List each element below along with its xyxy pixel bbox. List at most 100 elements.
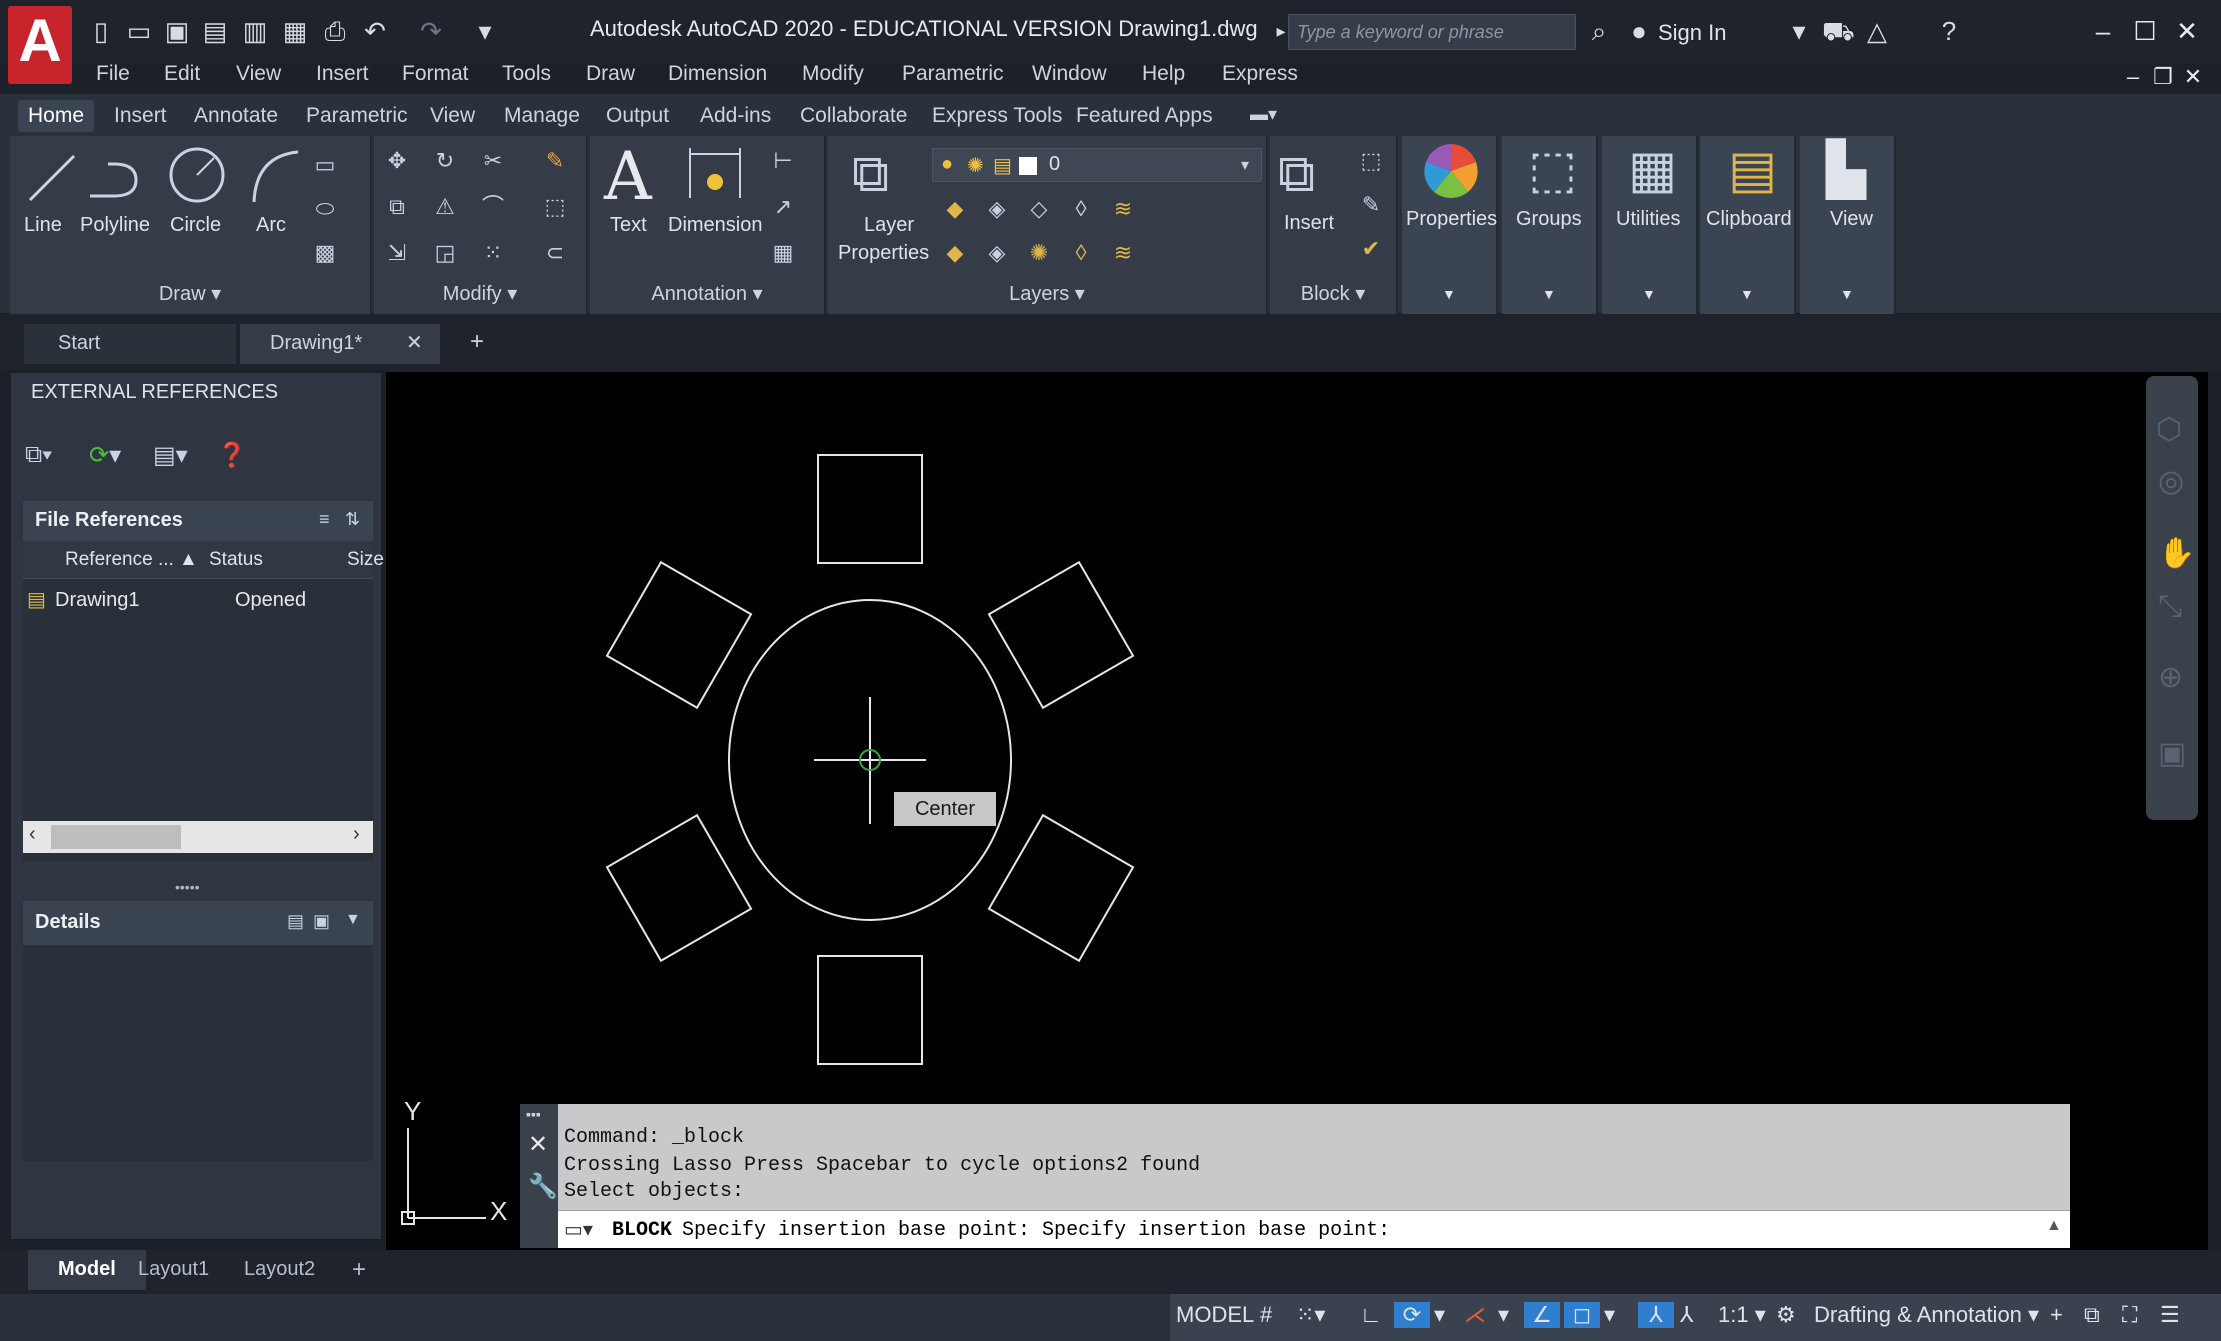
rectangle-icon[interactable]: ▭ xyxy=(310,150,340,180)
units-icon[interactable]: ⧉ xyxy=(2084,1302,2100,1328)
layer-properties-label-1[interactable]: Layer xyxy=(864,214,914,237)
view-dropdown-icon[interactable]: ▼ xyxy=(1840,286,1854,302)
layer-thaw-icon[interactable]: ✺ xyxy=(967,153,984,178)
annotation-visibility-icon[interactable]: ⅄ xyxy=(1638,1302,1674,1328)
autodesk-app-icon[interactable]: △ xyxy=(1862,16,1892,46)
modify-panel-title[interactable]: Modify ▾ xyxy=(374,281,586,306)
column-status[interactable]: Status xyxy=(209,549,263,571)
doc-minimize-icon[interactable]: – xyxy=(2116,60,2150,94)
new-tab-icon[interactable]: + xyxy=(456,320,498,360)
file-tab-start[interactable]: Start xyxy=(24,324,236,364)
tab-layout1[interactable]: Layout1 xyxy=(124,1250,223,1290)
close-icon[interactable]: ✕ xyxy=(2170,14,2204,48)
command-input[interactable]: ▭▾ BLOCK Specify insertion base point: S… xyxy=(558,1210,2070,1248)
layer-unisolate-icon[interactable]: ◈ xyxy=(982,238,1012,268)
array-icon[interactable]: ⁙ xyxy=(478,238,508,268)
layer-walk-icon[interactable]: ≋ xyxy=(1108,238,1138,268)
offset-icon[interactable]: ⊂ xyxy=(540,238,570,268)
annotation-panel-title[interactable]: Annotation ▾ xyxy=(590,281,824,306)
sign-in-link[interactable]: Sign In xyxy=(1658,20,1727,46)
close-command-line-icon[interactable]: ✕ xyxy=(528,1130,548,1159)
details-header[interactable]: Details ▤ ▣ ▼ xyxy=(23,901,373,945)
scroll-right-icon[interactable]: › xyxy=(353,823,360,846)
line-label[interactable]: Line xyxy=(24,214,62,237)
customization-menu-icon[interactable]: ☰ xyxy=(2160,1302,2180,1328)
command-recent-icon[interactable]: ▭▾ xyxy=(564,1217,593,1242)
chair-upper-left[interactable] xyxy=(605,560,753,710)
command-line-grip[interactable]: ▪▪▪ ✕ 🔧 xyxy=(520,1104,558,1248)
layer-make-current-icon[interactable]: ◆ xyxy=(940,238,970,268)
move-icon[interactable]: ✥ xyxy=(382,146,412,176)
undo-icon[interactable]: ↶ xyxy=(360,16,390,46)
chair-lower-left[interactable] xyxy=(605,813,753,963)
tab-layout2[interactable]: Layout2 xyxy=(230,1250,329,1290)
groups-button[interactable]: ⬚ Groups ▼ xyxy=(1502,136,1598,314)
tab-annotate[interactable]: Annotate xyxy=(184,100,288,132)
snap-mode-icon[interactable]: ⁙▾ xyxy=(1296,1302,1325,1328)
arc-label[interactable]: Arc xyxy=(256,214,286,237)
publish-icon[interactable]: ▥ xyxy=(240,16,270,46)
layer-dropdown[interactable]: ● ✺ ▤ 0 ▾ xyxy=(932,148,1262,182)
showmotion-icon[interactable]: ▣ xyxy=(2158,736,2186,771)
layer-thaw-all-icon[interactable]: ✺ xyxy=(1024,238,1054,268)
refresh-icon[interactable]: ⟳▾ xyxy=(89,441,121,470)
circle-icon[interactable] xyxy=(166,144,228,206)
menu-help[interactable]: Help xyxy=(1142,62,1185,86)
polar-tracking-icon[interactable]: ⟳ xyxy=(1394,1302,1430,1328)
groups-dropdown-icon[interactable]: ▼ xyxy=(1542,286,1556,302)
command-history-toggle-icon[interactable]: ▲ xyxy=(2046,1217,2062,1235)
isodraft-dropdown-icon[interactable]: ▾ xyxy=(1498,1302,1509,1328)
layer-properties-icon[interactable]: ⧉ xyxy=(852,144,889,205)
text-icon[interactable]: A xyxy=(604,138,652,215)
close-tab-icon[interactable]: ✕ xyxy=(406,330,423,355)
create-block-icon[interactable]: ⬚ xyxy=(1356,146,1386,176)
save-icon[interactable]: ▣ xyxy=(162,16,192,46)
tab-parametric[interactable]: Parametric xyxy=(296,100,418,132)
menu-view[interactable]: View xyxy=(236,62,281,86)
linear-dim-icon[interactable]: ⊢ xyxy=(768,146,798,176)
object-snap-tracking-icon[interactable]: ∠ xyxy=(1524,1302,1560,1328)
layers-panel-title[interactable]: Layers ▾ xyxy=(828,281,1266,306)
doc-restore-icon[interactable]: ❐ xyxy=(2146,60,2180,94)
menu-format[interactable]: Format xyxy=(402,62,469,86)
polyline-icon[interactable] xyxy=(84,150,144,206)
help-search-box[interactable] xyxy=(1288,14,1576,50)
splitter-handle[interactable]: ••••• xyxy=(175,879,200,895)
insert-block-icon[interactable]: ⧉ xyxy=(1278,144,1315,205)
menu-parametric[interactable]: Parametric xyxy=(902,62,1004,86)
grid-icon[interactable]: # xyxy=(1260,1302,1272,1328)
insert-label[interactable]: Insert xyxy=(1284,212,1334,235)
leader-icon[interactable]: ↗ xyxy=(768,192,798,222)
block-panel-title[interactable]: Block ▾ xyxy=(1270,281,1396,306)
print-icon[interactable]: ⎙ xyxy=(320,16,350,46)
dimension-icon[interactable] xyxy=(684,148,746,204)
layer-dropdown-arrow-icon[interactable]: ▾ xyxy=(1241,155,1249,175)
edit-attributes-icon[interactable]: ✔ xyxy=(1356,234,1386,264)
orbit-icon[interactable]: ⊕ xyxy=(2158,660,2183,695)
dimension-label[interactable]: Dimension xyxy=(668,214,762,237)
list-view-icon[interactable]: ≡ xyxy=(319,509,330,530)
doc-close-icon[interactable]: ✕ xyxy=(2176,60,2210,94)
column-size[interactable]: Size xyxy=(347,549,384,571)
save-as-icon[interactable]: ▤ xyxy=(200,16,230,46)
tab-output[interactable]: Output xyxy=(596,100,679,132)
menu-edit[interactable]: Edit xyxy=(164,62,200,86)
clipboard-button[interactable]: ▤ Clipboard ▼ xyxy=(1700,136,1796,314)
clipboard-dropdown-icon[interactable]: ▼ xyxy=(1740,286,1754,302)
ellipse-icon[interactable]: ⬭ xyxy=(310,194,340,224)
trim-icon[interactable]: ✂ xyxy=(478,146,508,176)
file-tab-drawing1[interactable]: Drawing1* ✕ xyxy=(240,324,440,364)
auto-scale-icon[interactable]: ⅄ xyxy=(1680,1302,1693,1328)
open-folder-icon[interactable]: ▭ xyxy=(124,16,154,46)
layer-isolate-icon[interactable]: ◈ xyxy=(982,194,1012,224)
tab-view[interactable]: View xyxy=(420,100,485,132)
details-view-icon[interactable]: ▤ xyxy=(287,911,304,932)
text-label[interactable]: Text xyxy=(610,214,647,237)
model-space-toggle[interactable]: MODEL xyxy=(1176,1302,1254,1328)
polar-dropdown-icon[interactable]: ▾ xyxy=(1434,1302,1445,1328)
explode-icon[interactable]: ⬚ xyxy=(540,192,570,222)
zoom-extents-icon[interactable]: ⤡ xyxy=(2158,590,2182,624)
arc-icon[interactable] xyxy=(246,146,302,206)
binoculars-icon[interactable]: ⌕ xyxy=(1584,16,1614,46)
palette-help-icon[interactable]: ❓ xyxy=(217,441,247,470)
